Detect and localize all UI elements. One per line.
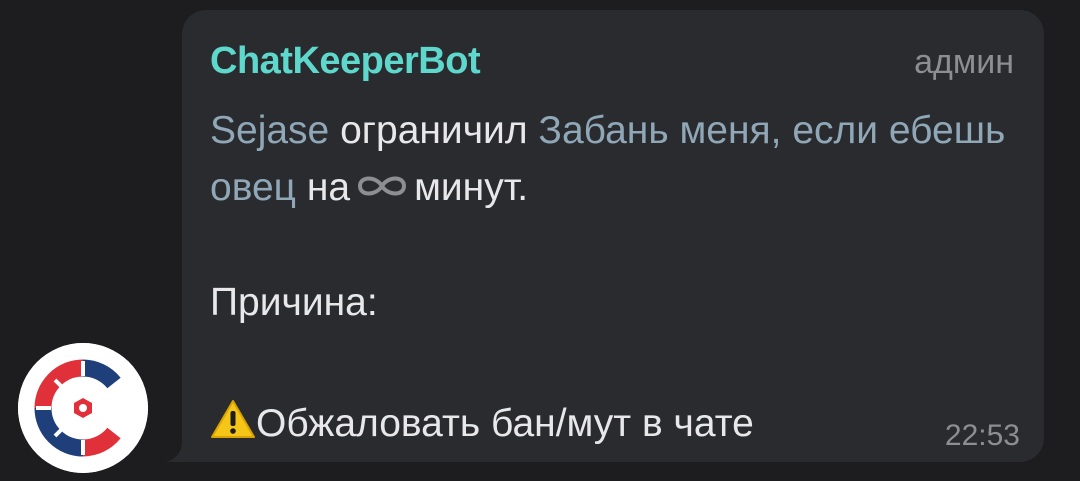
sender-name[interactable]: ChatKeeperBot: [210, 40, 481, 82]
message-bubble[interactable]: ChatKeeperBot админ Sejase ограничил Заб…: [182, 10, 1044, 462]
appeal-line: Обжаловать бан/мут в чате: [210, 398, 754, 447]
warning-icon: [211, 400, 255, 438]
chatkeeper-logo-icon: [18, 343, 148, 473]
duration-prefix: на: [306, 166, 351, 209]
appeal-text[interactable]: Обжаловать бан/мут в чате: [256, 402, 754, 445]
admin-badge: админ: [914, 43, 1014, 81]
user-mention-link[interactable]: Sejase: [210, 109, 329, 152]
reason-label: Причина:: [210, 281, 378, 324]
message-timestamp: 22:53: [944, 419, 1020, 452]
duration-suffix: минут.: [414, 166, 529, 209]
avatar[interactable]: [18, 343, 148, 473]
message-text: Sejase ограничил Забань меня, если ебешь…: [210, 102, 1010, 216]
action-text: ограничил: [340, 109, 528, 152]
chat-view: ChatKeeperBot админ Sejase ограничил Заб…: [0, 0, 1080, 481]
infinity-icon: [358, 176, 407, 196]
